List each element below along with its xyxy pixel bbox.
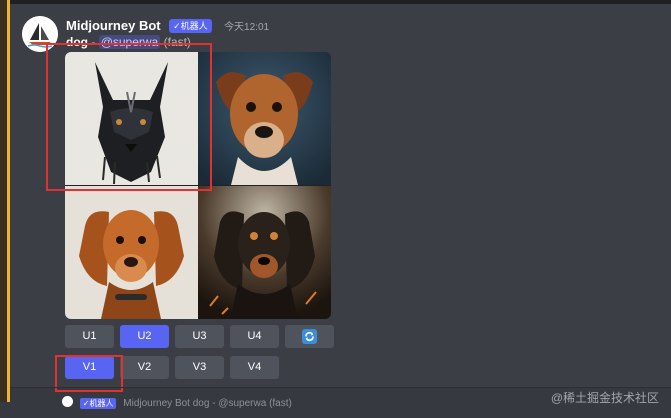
- reroll-button[interactable]: [285, 325, 334, 348]
- mini-avatar: [62, 396, 73, 407]
- next-separator: -: [212, 398, 216, 409]
- variation-button-4[interactable]: V4: [230, 356, 279, 379]
- mini-bot-badge: ✓机器人: [79, 398, 117, 409]
- grid-image-1[interactable]: [65, 52, 198, 185]
- next-prompt: dog: [192, 398, 210, 409]
- next-username: Midjourney Bot: [123, 398, 190, 409]
- grid-image-3[interactable]: [65, 186, 198, 319]
- grid-image-2[interactable]: [198, 52, 331, 185]
- upscale-button-1[interactable]: U1: [65, 325, 114, 348]
- speed-label: (fast): [163, 35, 191, 49]
- user-mention[interactable]: @superwa: [98, 35, 161, 49]
- refresh-icon: [302, 329, 317, 344]
- watermark: @稀土掘金技术社区: [550, 391, 659, 405]
- upscale-button-2[interactable]: U2: [120, 325, 169, 348]
- highlight-gutter: [0, 0, 10, 402]
- next-message-preview[interactable]: ✓机器人 Midjourney Bot dog - @superwa (fast…: [62, 396, 292, 409]
- separator: -: [91, 35, 96, 49]
- bot-badge: ✓机器人: [169, 19, 212, 33]
- message-content: dog - @superwa (fast): [66, 35, 191, 49]
- upscale-button-3[interactable]: U3: [175, 325, 224, 348]
- username[interactable]: Midjourney Bot: [66, 18, 161, 33]
- next-mention: @superwa: [218, 398, 267, 409]
- image-grid[interactable]: [65, 52, 331, 319]
- variation-button-1[interactable]: V1: [65, 356, 114, 379]
- message-header: Midjourney Bot ✓机器人 今天12:01: [66, 17, 269, 35]
- message-divider: [10, 387, 671, 388]
- bot-avatar[interactable]: [22, 16, 58, 52]
- grid-image-4[interactable]: [198, 186, 331, 319]
- variation-button-3[interactable]: V3: [175, 356, 224, 379]
- prompt-text: dog: [66, 35, 88, 49]
- variation-button-2[interactable]: V2: [120, 356, 169, 379]
- next-speed: (fast): [269, 398, 292, 409]
- sailboat-icon: [22, 16, 58, 52]
- upscale-button-4[interactable]: U4: [230, 325, 279, 348]
- timestamp: 今天12:01: [224, 22, 270, 33]
